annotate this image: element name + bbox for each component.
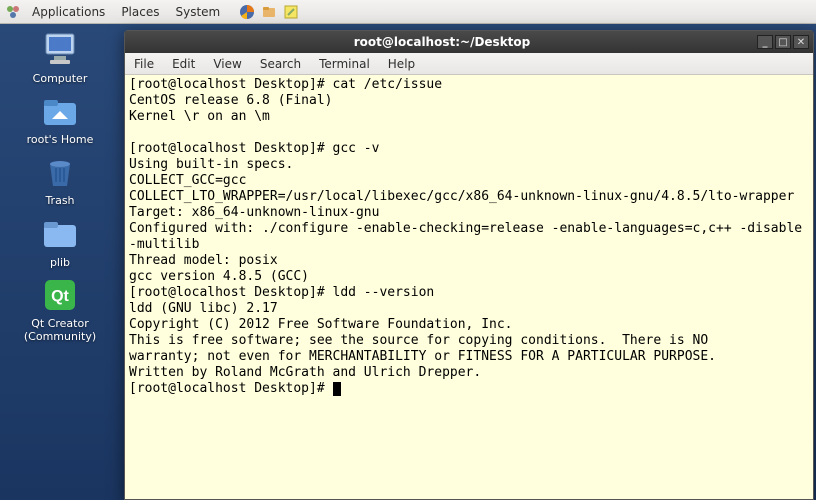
panel-menu-places[interactable]: Places: [115, 3, 165, 21]
desktop-icon-plib[interactable]: plib: [10, 214, 110, 269]
desktop-icon-label: Computer: [10, 72, 110, 85]
terminal-cursor: [333, 382, 341, 396]
terminal-output[interactable]: [root@localhost Desktop]# cat /etc/issue…: [125, 75, 813, 499]
menu-file[interactable]: File: [125, 55, 163, 73]
desktop-icon-home[interactable]: root's Home: [10, 91, 110, 146]
menu-help[interactable]: Help: [379, 55, 424, 73]
menu-edit[interactable]: Edit: [163, 55, 204, 73]
foot-icon[interactable]: [4, 3, 22, 21]
menu-view[interactable]: View: [204, 55, 250, 73]
qt-icon: Qt: [36, 275, 84, 315]
window-titlebar[interactable]: root@localhost:~/Desktop _ □ ✕: [125, 31, 813, 53]
menu-search[interactable]: Search: [251, 55, 310, 73]
window-close-button[interactable]: ✕: [793, 35, 809, 49]
terminal-window: root@localhost:~/Desktop _ □ ✕ File Edit…: [124, 30, 814, 500]
window-minimize-button[interactable]: _: [757, 35, 773, 49]
desktop: Computer root's Home Trash plib Qt Qt Cr…: [0, 24, 120, 343]
desktop-icon-qtcreator[interactable]: Qt Qt Creator (Community): [10, 275, 110, 343]
folder-icon: [36, 214, 84, 254]
svg-text:Qt: Qt: [51, 288, 69, 305]
file-manager-icon[interactable]: [260, 3, 278, 21]
desktop-icon-trash[interactable]: Trash: [10, 152, 110, 207]
window-title: root@localhost:~/Desktop: [129, 35, 755, 49]
trash-icon: [36, 152, 84, 192]
desktop-icon-label: plib: [10, 256, 110, 269]
panel-menu-system[interactable]: System: [169, 3, 226, 21]
firefox-icon[interactable]: [238, 3, 256, 21]
desktop-icon-label: root's Home: [10, 133, 110, 146]
gnome-panel: Applications Places System: [0, 0, 816, 24]
panel-menu-applications[interactable]: Applications: [26, 3, 111, 21]
desktop-icon-computer[interactable]: Computer: [10, 30, 110, 85]
desktop-icon-label: Trash: [10, 194, 110, 207]
text-editor-icon[interactable]: [282, 3, 300, 21]
desktop-icon-label: Qt Creator (Community): [10, 317, 110, 343]
home-folder-icon: [36, 91, 84, 131]
terminal-menubar: File Edit View Search Terminal Help: [125, 53, 813, 75]
menu-terminal[interactable]: Terminal: [310, 55, 379, 73]
computer-icon: [36, 30, 84, 70]
window-maximize-button[interactable]: □: [775, 35, 791, 49]
